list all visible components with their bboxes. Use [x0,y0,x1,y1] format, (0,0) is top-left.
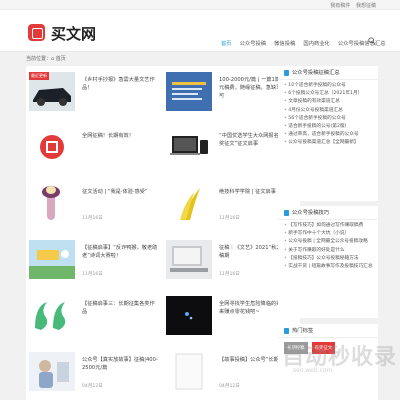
sidebar-summary-list: 10个适合新手投稿的公众号 6个投稿公众号汇总（2021年1月） 文章投稿的有效… [278,80,378,148]
breadcrumb: 当前位置：⌂ 首页 [26,56,66,62]
article-date: 11月16日 [219,272,240,277]
article-date: 11月16日 [82,216,103,221]
article-thumbnail[interactable] [29,352,75,391]
main-nav: 首页 公众号投稿 微信投稿 国内商业化 公众号投稿信息汇总 [221,39,386,47]
article-card[interactable]: 【征稿启事三：长期征集各类作品 [26,290,163,343]
nav-item-gzh-submit[interactable]: 公众号投稿 [240,39,267,47]
article-card[interactable]: 最近更新 《乡村手抄报》急需大量文艺作品！ [26,66,163,119]
article-thumbnail[interactable]: 最近更新 [29,72,75,111]
article-title[interactable]: 公众号【真实放故事】征稿|400-2500元/篇 [82,356,159,372]
top-links: 我有稿件 我想征稿 [326,2,376,9]
site-header: 买文网 首页 公众号投稿 微信投稿 国内商业化 公众号投稿信息汇总 [0,10,400,52]
article-thumbnail[interactable] [29,184,75,223]
sidebar-link[interactable]: 4月份公众号投稿渠道汇总 [284,107,378,115]
sidebar-link[interactable]: 【写作技巧】如何通过写作赚取稿费 [284,222,378,230]
article-date: 11月16日 [219,216,240,221]
article-thumbnail[interactable] [166,184,212,223]
article-card[interactable]: 征文活动 | “我是·体验·感受” 11月16日 [26,178,163,231]
logo-icon[interactable] [28,24,45,41]
article-thumbnail[interactable] [166,72,212,111]
article-title[interactable]: 【征稿启事三：长期征集各类作品 [82,300,159,316]
article-grid: 最近更新 《乡村手抄报》急需大量文艺作品！ 100-2000元/篇 | 一篇1篇… [26,66,300,400]
article-thumbnail[interactable] [166,240,212,279]
watermark-subtext: seo.web.com [293,367,333,374]
article-card[interactable]: 【征稿启事】“反诈鸭猴，敬老助老”诗词大赛啦！ 11月16日 [26,234,163,287]
search-icon[interactable] [368,37,376,45]
article-title[interactable]: 征文活动 | “我是·体验·感受” [82,188,159,196]
sidebar-tags-heading: 热门标签 [278,324,378,338]
article-title[interactable]: 《乡村手抄报》急需大量文艺作品！ [82,76,159,92]
article-title[interactable]: 【征稿启事】“反诈鸭猴，敬老助老”诗词大赛啦！ [82,244,159,260]
latest-badge: 最近更新 [29,72,49,80]
article-date: 04月12日 [82,384,103,389]
sidebar-link[interactable]: 通过审高，适合新手投稿的公众号 [284,131,378,139]
article-date: 11月16日 [82,272,103,277]
article-card[interactable]: 全网征稿！长期有效！ [26,122,163,175]
sidebar-tips-list: 【写作技巧】如何通过写作赚取稿费 新手写作中十个大坑（小说） 公众号投稿 | 全… [278,220,378,271]
sidebar-link[interactable]: 【投稿技巧】公众号投稿秘籍方法 [284,255,378,263]
article-thumbnail[interactable] [29,296,75,335]
sidebar-tips-heading: 公众号投稿技巧 [278,206,378,220]
sidebar-link[interactable]: 适合新手投稿的公号(第2版) [284,123,378,131]
nav-item-wechat-submit[interactable]: 微信投稿 [274,39,295,47]
sidebar-summary-heading: 公众号投稿征稿汇总 [278,66,378,80]
sidebar-link[interactable]: 新手写作中十个大坑（小说） [284,230,378,238]
nav-item-domestic[interactable]: 国内商业化 [303,39,330,47]
sidebar-link[interactable]: 公众号投稿 | 全网最全公众号投稿攻略 [284,238,378,246]
article-title[interactable]: 全网征稿！长期有效！ [82,132,159,140]
nav-item-summary[interactable]: 公众号投稿信息汇总 [338,39,386,47]
sidebar-link[interactable]: 56个适合新手投稿的公众号 [284,115,378,123]
site-logo-text[interactable]: 买文网 [51,23,96,44]
article-thumbnail[interactable] [29,128,75,167]
article-thumbnail[interactable] [166,296,212,335]
sidebar-link[interactable]: 6个投稿公众号汇总（2021年1月） [284,90,378,98]
sidebar-summary-box: 公众号投稿征稿汇总 10个适合新手投稿的公众号 6个投稿公众号汇总（2021年1… [278,66,378,201]
sidebar-link[interactable]: 关于写作赚取的好处是什么 [284,247,378,255]
sidebar-tips-box: 公众号投稿技巧 【写作技巧】如何通过写作赚取稿费 新手写作中十个大坑（小说） 公… [278,206,378,318]
article-thumbnail[interactable] [166,352,212,391]
article-thumbnail[interactable] [29,240,75,279]
link-want-submit[interactable]: 我想征稿 [356,3,376,9]
sidebar-link[interactable]: 实战干货 | 短篇故事写作及投稿技巧汇总 [284,263,378,271]
article-date: 04月12日 [219,384,240,389]
sidebar-link[interactable]: 10个适合新手投稿的公众号 [284,82,378,90]
nav-item-home[interactable]: 首页 [221,39,232,47]
top-bar: 我有稿件 我想征稿 [0,0,400,10]
article-card[interactable]: 公众号【真实放故事】征稿|400-2500元/篇 04月12日 [26,346,163,399]
article-thumbnail[interactable] [166,128,212,167]
sidebar-link[interactable]: 文章投稿的有效渠道汇总 [284,98,378,106]
link-have-article[interactable]: 我有稿件 [330,3,350,9]
sidebar-link[interactable]: 公众号投稿渠道汇总【全网最新】 [284,139,378,147]
